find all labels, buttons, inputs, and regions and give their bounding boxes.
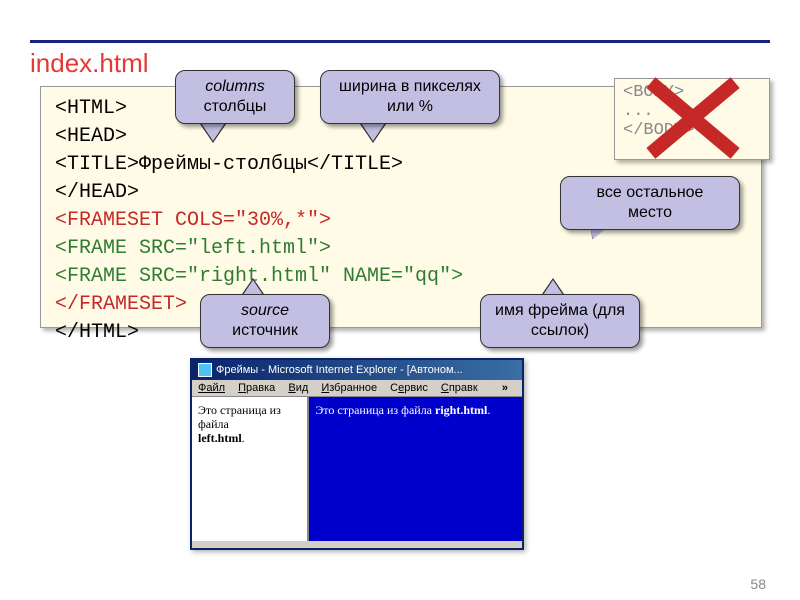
code-line: </TITLE> (307, 153, 403, 176)
menu-view[interactable]: Вид (288, 382, 308, 394)
menu-fav[interactable]: Избранное (321, 382, 377, 394)
page-title: index.html (30, 48, 149, 79)
code-text: Фреймы-столбцы (139, 153, 307, 176)
menu-file[interactable]: Файл (198, 382, 225, 394)
callout-tail (201, 123, 225, 141)
code-line: <FRAME SRC="left.html"> (55, 237, 331, 260)
right-text: Это страница из файла (315, 403, 432, 417)
menu-svc[interactable]: Сервис (390, 382, 428, 394)
ie-icon (198, 363, 212, 377)
bad-line: ... (623, 102, 761, 121)
right-bold: right.html (435, 403, 487, 417)
frame-right: Это страница из файла right.html. (309, 397, 522, 541)
menu-edit[interactable]: Правка (238, 382, 275, 394)
code-line: </HEAD> (55, 181, 139, 204)
callout-tail (361, 123, 385, 141)
code-line: <TITLE> (55, 153, 139, 176)
bad-code-box: <BODY> ... </BODY> (614, 78, 770, 160)
browser-body: Это страница из файла left.html. Это стр… (192, 397, 522, 541)
callout-text: столбцы (190, 97, 280, 117)
code-line: <FRAMESET COLS="30%,*"> (55, 209, 331, 232)
browser-title: Фреймы - Microsoft Internet Explorer - [… (216, 364, 463, 376)
menu-help[interactable]: Справк (441, 382, 478, 394)
callout-source: source источник (200, 294, 330, 348)
bad-line: </BODY> (623, 121, 761, 140)
browser-window: Фреймы - Microsoft Internet Explorer - [… (190, 358, 524, 550)
callout-text: все остальное место (575, 183, 725, 223)
browser-menubar: Файл Правка Вид Избранное Сервис Справк … (192, 380, 522, 397)
frame-left: Это страница из файла left.html. (192, 397, 309, 541)
divider (30, 40, 770, 43)
code-line: <HEAD> (55, 125, 127, 148)
callout-text: columns (190, 77, 280, 97)
callout-width: ширина в пикселях или % (320, 70, 500, 124)
callout-name: имя фрейма (для ссылок) (480, 294, 640, 348)
code-line: <HTML> (55, 97, 127, 120)
left-text: Это страница из файла (198, 403, 281, 431)
bad-line: <BODY> (623, 83, 761, 102)
callout-text: источник (215, 321, 315, 341)
page-number: 58 (750, 576, 766, 592)
browser-titlebar: Фреймы - Microsoft Internet Explorer - [… (192, 360, 522, 380)
left-bold: left.html (198, 431, 242, 445)
code-line: </FRAMESET> (55, 293, 187, 316)
callout-rest: все остальное место (560, 176, 740, 230)
callout-text: ширина в пикселях или % (335, 77, 485, 117)
code-line: </HTML> (55, 321, 139, 344)
callout-text: source (215, 301, 315, 321)
chevron-icon[interactable]: » (502, 382, 508, 394)
callout-text: имя фрейма (для ссылок) (495, 301, 625, 341)
callout-columns: columns столбцы (175, 70, 295, 124)
